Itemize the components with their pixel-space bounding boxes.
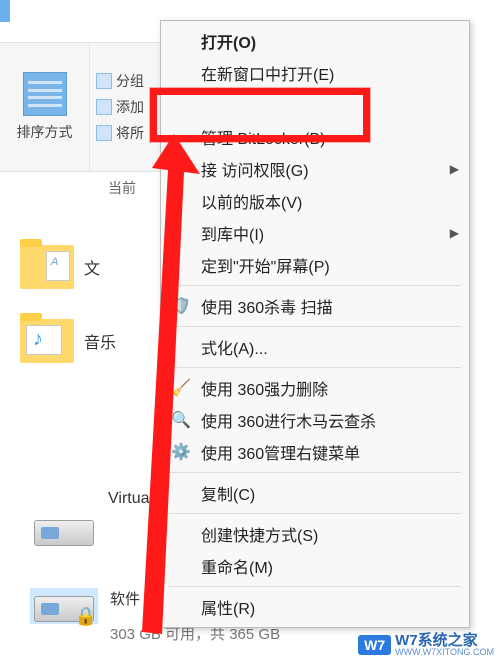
ribbon-size-fit[interactable]: 将所 (96, 123, 169, 143)
fit-icon (96, 125, 112, 141)
ctx-separator (169, 326, 461, 327)
ctx-create-shortcut[interactable]: 创建快捷方式(S) (161, 518, 469, 550)
watermark-badge: W7 (358, 635, 391, 655)
ctx-open[interactable]: 打开(O) (161, 25, 469, 57)
add-icon (96, 99, 112, 115)
ctx-pin-to-start[interactable]: 定到"开始"屏幕(P) (161, 249, 469, 281)
watermark-url: WWW.W7XITONG.COM (395, 648, 494, 657)
ctx-access-rights[interactable]: 接 访问权限(G)▶ (161, 153, 469, 185)
context-menu: 打开(O) 在新窗口中打开(E) ——— 管理 BitLocker(B) 接 访… (160, 20, 470, 628)
ctx-copy[interactable]: 复制(C) (161, 477, 469, 509)
nav-item-documents[interactable]: A 文 (20, 245, 150, 289)
nav-item-music[interactable]: 音乐 (20, 319, 150, 363)
delete-icon: 🧹 (171, 378, 191, 398)
ribbon-group-by[interactable]: 分组 (96, 71, 169, 91)
gear-icon: ⚙️ (171, 442, 191, 462)
group-icon (96, 73, 112, 89)
ctx-separator (169, 513, 461, 514)
ctx-include-in-library[interactable]: 到库中(I)▶ (161, 217, 469, 249)
ctx-360-scan[interactable]: 🛡️使用 360杀毒 扫描 (161, 290, 469, 322)
chevron-right-icon: ▶ (450, 226, 459, 240)
ctx-open-new-window[interactable]: 在新窗口中打开(E) (161, 57, 469, 89)
drive-locked-icon (34, 596, 94, 622)
ctx-separator (169, 586, 461, 587)
ribbon-add-column[interactable]: 添加 (96, 97, 169, 117)
drive-icon-virtual[interactable] (34, 514, 94, 546)
ctx-separator (169, 472, 461, 473)
nav-label-documents: 文 (84, 255, 100, 279)
sort-icon (23, 72, 67, 116)
nav-pane: A 文 音乐 (20, 245, 150, 393)
ctx-360-manage-menu[interactable]: ⚙️使用 360管理右键菜单 (161, 436, 469, 468)
ctx-360-trojan-scan[interactable]: 🔍使用 360进行木马云查杀 (161, 404, 469, 436)
cloud-scan-icon: 🔍 (171, 410, 191, 430)
chevron-right-icon: ▶ (450, 162, 459, 176)
ctx-separator (169, 367, 461, 368)
add-label: 添加 (116, 97, 144, 117)
ctx-format[interactable]: 式化(A)... (161, 331, 469, 363)
ribbon-sort-group[interactable]: 排序方式 (0, 43, 90, 171)
music-folder-icon (20, 319, 74, 363)
ctx-hidden-item[interactable]: ——— (161, 89, 469, 121)
ctx-separator (169, 285, 461, 286)
ctx-properties[interactable]: 属性(R) (161, 591, 469, 623)
title-bar-fragment (0, 0, 10, 22)
nav-virtual-label: Virtua (108, 490, 150, 508)
watermark: W7 W7系统之家 WWW.W7XITONG.COM (358, 633, 494, 657)
shield-icon: 🛡️ (171, 296, 191, 316)
ctx-360-force-delete[interactable]: 🧹使用 360强力删除 (161, 372, 469, 404)
ctx-rename[interactable]: 重命名(M) (161, 550, 469, 582)
sort-label: 排序方式 (17, 122, 73, 142)
ctx-restore-previous[interactable]: 以前的版本(V) (161, 185, 469, 217)
fit-label: 将所 (116, 123, 144, 143)
group-label: 分组 (116, 71, 144, 91)
ribbon-group-caption: 当前 (108, 178, 136, 198)
ribbon: 排序方式 分组 添加 将所 (0, 42, 175, 172)
ctx-manage-bitlocker[interactable]: 管理 BitLocker(B) (161, 121, 469, 153)
folder-icon: A (20, 245, 74, 289)
nav-label-music: 音乐 (84, 329, 116, 353)
watermark-text: W7系统之家 (395, 633, 494, 648)
